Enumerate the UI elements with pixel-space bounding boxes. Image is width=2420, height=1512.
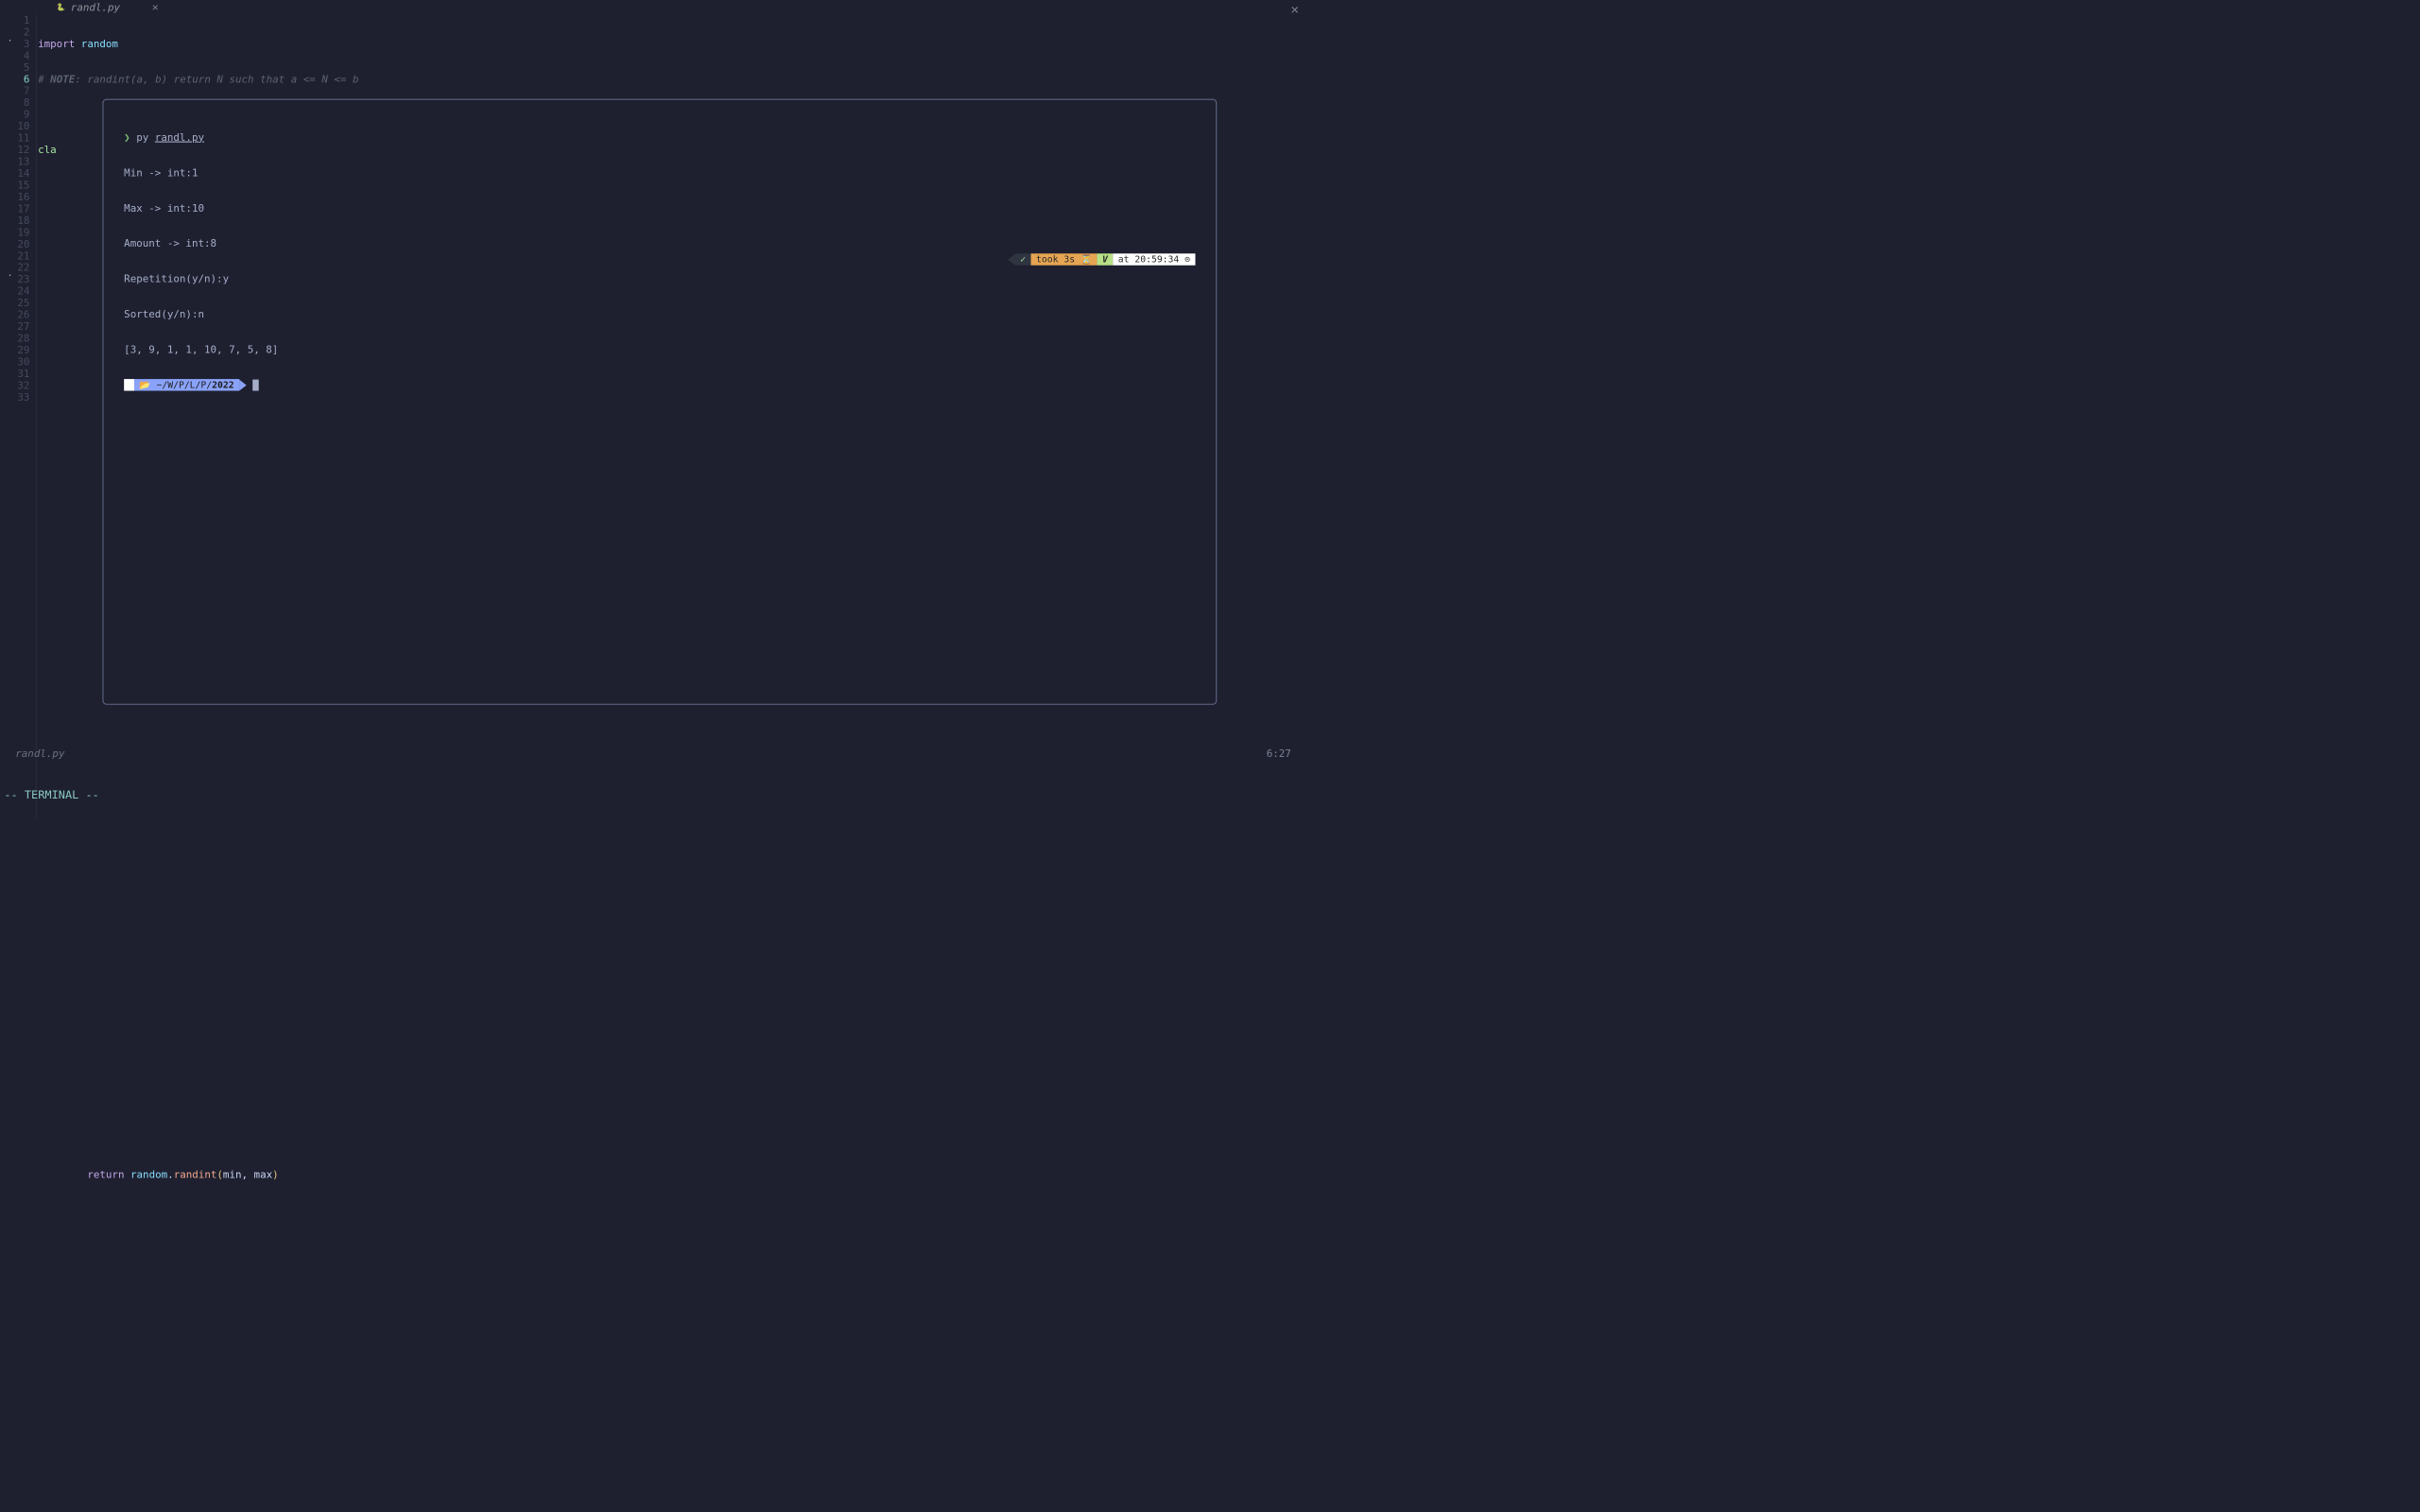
line-number: 27 [0, 320, 29, 332]
vim-mode-indicator: -- TERMINAL -- [4, 789, 99, 802]
code-line: import random [38, 38, 1311, 49]
line-number: 3 [0, 38, 29, 49]
terminal-line: [3, 9, 1, 1, 10, 7, 5, 8] [124, 344, 1195, 355]
line-number: 17 [0, 203, 29, 215]
line-number: 24 [0, 285, 29, 297]
line-number: 20 [0, 238, 29, 249]
python-icon: 🐍 [57, 3, 65, 11]
line-number: 8 [0, 96, 29, 108]
code-line [38, 780, 1311, 791]
right-status-bar: ✓ took 3s ⏳ V at 20:59:34 ⊙ [1008, 253, 1195, 265]
close-tab-icon[interactable]: × [152, 1, 159, 14]
terminal-line: Max -> int:10 [124, 202, 1195, 214]
apple-icon [124, 379, 134, 390]
status-filename: randl.py [15, 747, 64, 760]
terminal-line: Min -> int:1 [124, 167, 1195, 179]
status-arrow-icon [1008, 254, 1015, 266]
code-line [38, 921, 1311, 933]
code-line [38, 1027, 1311, 1039]
code-line [38, 1063, 1311, 1074]
line-marker: . [8, 267, 13, 278]
terminal-cursor [252, 379, 259, 390]
line-number: 30 [0, 356, 29, 368]
code-line [38, 745, 1311, 756]
code-line [38, 992, 1311, 1004]
prompt-arrow-icon [239, 379, 247, 390]
status-time: at 20:59:34 ⊙ [1113, 253, 1195, 265]
line-marker: . [8, 33, 13, 43]
code-line: # NOTE: randint(a, b) return N such that… [38, 74, 1311, 85]
line-number-current: 6 [0, 74, 29, 85]
tab-bar: 🐍 randl.py × ✕ [0, 0, 1312, 14]
status-venv: V [1098, 253, 1114, 265]
line-number: 23 [0, 273, 29, 284]
line-number: 12 [0, 144, 29, 155]
code-line [38, 816, 1311, 827]
status-cursor-position: 6:27 [1267, 747, 1291, 760]
status-duration: took 3s ⏳ [1031, 253, 1098, 265]
cwd-segment: 📂 ~/W/P/L/P/2022 [134, 379, 239, 390]
code-line: return random.randint(min, max) [38, 1169, 1311, 1180]
line-number: 1 [0, 14, 29, 26]
line-number: 29 [0, 344, 29, 355]
line-number: 18 [0, 215, 29, 226]
line-number: 9 [0, 109, 29, 120]
code-line [38, 956, 1311, 968]
line-number: 5 [0, 61, 29, 73]
line-number: 11 [0, 132, 29, 144]
line-number: 25 [0, 297, 29, 308]
code-line [38, 1133, 1311, 1144]
line-number: 33 [0, 391, 29, 403]
terminal-line: ❯ py randl.py [124, 131, 1195, 143]
shell-prompt[interactable]: 📂 ~/W/P/L/P/2022 [124, 379, 1195, 390]
line-number: 31 [0, 368, 29, 379]
terminal-line: Sorted(y/n):n [124, 308, 1195, 319]
code-line [38, 710, 1311, 721]
code-line [38, 850, 1311, 862]
terminal-line: Repetition(y/n):y [124, 273, 1195, 284]
hourglass-icon: ⏳ [1080, 253, 1092, 265]
tab-randl[interactable]: 🐍 randl.py × [46, 0, 169, 14]
line-number: 7 [0, 85, 29, 96]
line-number: 13 [0, 156, 29, 167]
line-gutter: 1 2 3 4 5 6 7 8 9 10 11 12 13 14 15 16 1… [0, 14, 36, 819]
line-number: 4 [0, 50, 29, 61]
line-number: 22 [0, 262, 29, 273]
line-number: 16 [0, 191, 29, 202]
terminal-line: Amount -> int:8 [124, 237, 1195, 249]
line-number: 32 [0, 380, 29, 391]
line-number: 26 [0, 309, 29, 320]
line-number: 10 [0, 120, 29, 131]
code-line [38, 886, 1311, 898]
tab-title: randl.py [71, 1, 120, 13]
line-number: 15 [0, 180, 29, 191]
clock-icon: ⊙ [1179, 253, 1190, 265]
line-number: 21 [0, 249, 29, 261]
status-check-icon: ✓ [1015, 253, 1031, 265]
line-number: 19 [0, 227, 29, 238]
terminal-popup[interactable]: ❯ py randl.py Min -> int:1 Max -> int:10… [102, 99, 1217, 705]
line-number: 2 [0, 26, 29, 38]
line-number: 28 [0, 333, 29, 344]
code-line [38, 1098, 1311, 1109]
line-number: 14 [0, 167, 29, 179]
